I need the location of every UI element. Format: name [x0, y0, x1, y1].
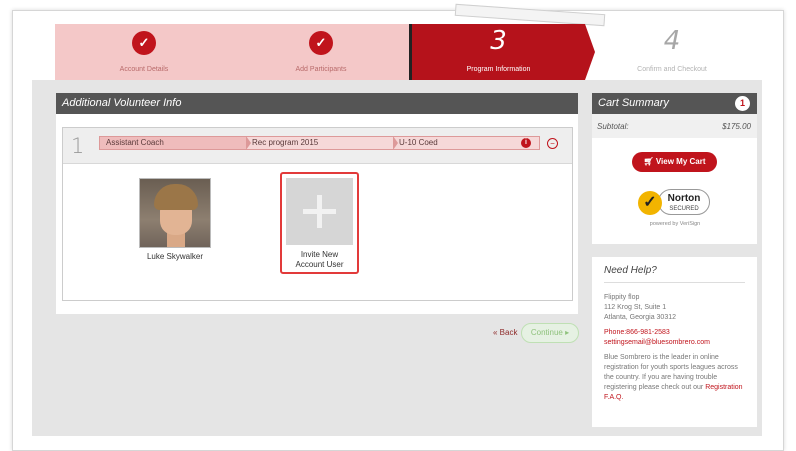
- step-program-information: 3 Program Information: [409, 24, 585, 80]
- org-name: Flippity flop: [604, 294, 640, 301]
- step-label: Add Participants: [295, 66, 347, 73]
- back-link[interactable]: « Back: [493, 328, 517, 337]
- support-email-link[interactable]: settingsemail@bluesombrero.com: [604, 338, 745, 348]
- phone-number[interactable]: Phone:866-981-2583: [604, 328, 745, 338]
- step-label: Confirm and Checkout: [637, 66, 707, 73]
- decorative-strip: [454, 3, 606, 27]
- volunteer-row: 1 Assistant Coach Rec program 2015 U-10 …: [62, 127, 573, 301]
- help-title: Need Help?: [604, 265, 745, 283]
- step-arrow: [585, 24, 595, 80]
- invite-user-button[interactable]: Invite New Account User: [280, 172, 359, 274]
- volunteer-card[interactable]: Luke Skywalker: [139, 178, 211, 261]
- checkout-steps: ✓ Account Details ✓ Add Participants 3 P…: [55, 24, 745, 80]
- step-add-participants[interactable]: ✓ Add Participants: [233, 24, 409, 80]
- avatar: [139, 178, 211, 248]
- org-address-1: 112 Krog St, Suite 1: [604, 304, 667, 311]
- cart-icon: 🛒︎: [643, 157, 654, 166]
- step-number: 3: [490, 26, 507, 56]
- step-label: Program Information: [466, 66, 531, 73]
- norton-check-icon: ✓: [638, 191, 662, 215]
- step-number: 4: [663, 26, 681, 56]
- subtotal-value: $175.00: [722, 122, 751, 131]
- checkmark-icon: ✓: [309, 31, 333, 55]
- step-confirm-checkout: 4 Confirm and Checkout: [599, 24, 745, 80]
- remove-icon[interactable]: −: [547, 138, 558, 149]
- help-blurb: Blue Sombrero is the leader in online re…: [604, 354, 743, 401]
- cart-body: 🛒︎ View My Cart Norton SECURED ✓ powered…: [592, 138, 757, 244]
- continue-button[interactable]: Continue ▸: [521, 323, 579, 343]
- cart-count-badge: 1: [735, 96, 750, 111]
- view-cart-button[interactable]: 🛒︎ View My Cart: [632, 152, 717, 172]
- cart-title: Cart Summary: [598, 97, 669, 109]
- crumb-division: U-10 Coed: [399, 138, 438, 147]
- checkmark-icon: ✓: [132, 31, 156, 55]
- norton-secured-badge: Norton SECURED ✓ powered by VeriSign: [636, 185, 714, 235]
- norton-logo: Norton SECURED: [658, 189, 710, 215]
- volunteer-name: Luke Skywalker: [146, 252, 204, 261]
- plus-icon: [286, 178, 353, 245]
- norton-powered-by: powered by VeriSign: [649, 221, 701, 227]
- crumb-role: Assistant Coach: [100, 137, 246, 149]
- panel-title: Additional Volunteer Info: [56, 93, 578, 114]
- invite-label: Invite New Account User: [295, 250, 344, 269]
- info-icon[interactable]: i: [521, 138, 531, 148]
- volunteer-row-header: 1 Assistant Coach Rec program 2015 U-10 …: [63, 128, 572, 164]
- cart-summary-header: Cart Summary 1: [592, 93, 757, 114]
- org-address-2: Atlanta, Georgia 30312: [604, 314, 676, 321]
- crumb-program: Rec program 2015: [252, 138, 319, 147]
- step-label: Account Details: [119, 66, 169, 73]
- role-breadcrumb: Assistant Coach Rec program 2015 U-10 Co…: [99, 136, 540, 150]
- row-number: 1: [71, 134, 85, 158]
- step-account-details[interactable]: ✓ Account Details: [55, 24, 233, 80]
- help-panel: Need Help? Flippity flop 112 Krog St, Su…: [592, 257, 757, 427]
- cart-subtotal: Subtotal: $175.00: [592, 114, 757, 138]
- subtotal-label: Subtotal:: [597, 122, 629, 131]
